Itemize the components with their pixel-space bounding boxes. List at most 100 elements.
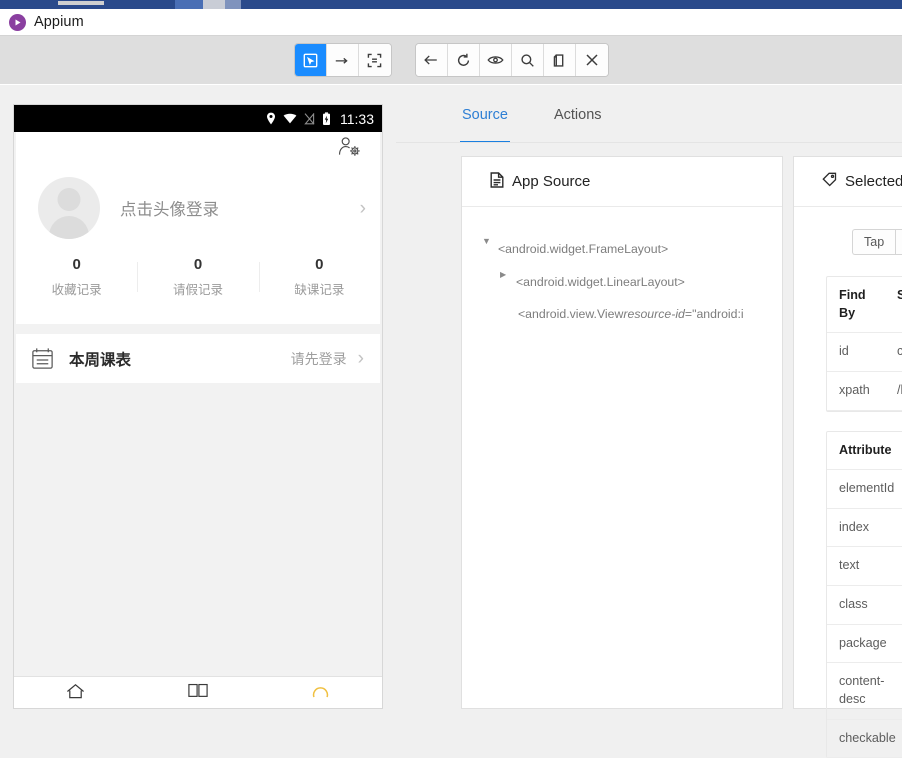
schedule-right-group: 请先登录 › [291,349,364,369]
wifi-icon [283,113,297,124]
close-x-icon[interactable] [576,44,608,76]
selected-element-title: Selected El [845,173,902,190]
device-screenshot-pane[interactable]: 11:33 [14,105,382,708]
table-row[interactable]: xpath /hie [827,372,902,411]
tree-node-view[interactable]: <android.view.View resource-id="android:… [482,298,782,331]
tree-node-label: <android.widget.LinearLayout> [516,266,685,299]
background-window-ghost-2 [175,0,203,9]
attribute-name: checkable [827,720,885,758]
selected-element-panel: Selected El Tap S Find By Sele id com [794,157,902,708]
tap-by-coordinates-icon[interactable] [359,44,391,76]
swipe-arrow-icon[interactable] [327,44,359,76]
table-header-row: Attribute [827,432,902,471]
attribute-name: index [827,509,885,547]
tree-node-linearlayout[interactable]: <android.widget.LinearLayout> [482,266,782,299]
column-header-selector: Sele [885,277,902,332]
nav-profile[interactable] [259,683,382,703]
tree-node-attr-value: ="android:i [685,298,744,331]
send-keys-button[interactable]: S [895,229,902,255]
inspector-body: 11:33 [0,85,902,708]
stat-label: 收藏记录 [16,279,137,298]
profile-card: 点击头像登录 › 0 收藏记录 0 请假记录 0 [16,132,380,324]
stats-row: 0 收藏记录 0 请假记录 0 缺课记录 [16,246,380,314]
find-by-value: xpath [827,372,885,410]
source-tree: <android.widget.FrameLayout> <android.wi… [462,207,782,331]
select-element-icon[interactable] [295,44,327,76]
bottom-navigation-bar [14,676,382,708]
stat-value: 0 [259,256,380,273]
tab-source[interactable]: Source [460,107,510,143]
tap-button[interactable]: Tap [852,229,895,255]
inspector-panels: Source Actions App Source [396,85,902,708]
avatar[interactable] [38,177,100,239]
profile-login-row[interactable]: 点击头像登录 › [16,168,380,246]
tag-icon [822,172,837,191]
document-icon [490,172,504,192]
eye-icon[interactable] [480,44,512,76]
table-row[interactable]: elementId [827,470,902,509]
status-bar-time: 11:33 [340,111,374,127]
chevron-down-icon[interactable] [482,233,498,250]
selector-value: /hie [885,372,902,410]
login-prompt-label: 点击头像登录 [120,196,360,220]
toolbar-mode-group [295,44,391,76]
user-settings-icon[interactable] [337,136,362,164]
avatar-body [49,216,89,239]
table-row[interactable]: id com [827,333,902,372]
stat-label: 请假记录 [137,279,258,298]
stat-item-favorites[interactable]: 0 收藏记录 [16,256,137,298]
table-row[interactable]: class [827,586,902,625]
back-arrow-icon[interactable] [416,44,448,76]
schedule-chevron-icon: › [358,349,364,368]
inspector-toolbar [0,36,902,84]
table-row[interactable]: text [827,547,902,586]
app-content-area: 点击头像登录 › 0 收藏记录 0 请假记录 0 [14,132,382,708]
column-header-attribute: Attribute [827,432,885,470]
tree-node-label: <android.view.View [518,298,623,331]
stat-item-leave[interactable]: 0 请假记录 [137,256,258,298]
schedule-label: 本周课表 [69,348,131,370]
attribute-table: Attribute elementId index text class [826,431,902,758]
appium-play-logo-icon [9,14,26,31]
find-by-value: id [827,333,885,371]
circle-icon [312,683,329,703]
tree-node-framelayout[interactable]: <android.widget.FrameLayout> [482,233,782,266]
weekly-schedule-card[interactable]: 本周课表 请先登录 › [16,334,380,383]
table-row[interactable]: index [827,509,902,548]
selector-value: com [885,333,902,371]
app-source-panel: App Source <android.widget.FrameLayout> … [462,157,782,708]
chevron-right-icon[interactable] [500,266,516,283]
find-by-table: Find By Sele id com xpath /hie [826,276,902,412]
calendar-icon [30,346,55,371]
attribute-name: content-desc [827,663,885,718]
search-icon[interactable] [512,44,544,76]
selected-element-header: Selected El [794,157,902,207]
card-separator [14,324,382,334]
table-row[interactable]: package [827,625,902,664]
stat-value: 0 [16,256,137,273]
attribute-name: elementId [827,470,885,508]
table-row[interactable]: checkable [827,720,902,758]
grid-icon [188,683,208,702]
avatar-head [58,188,81,211]
signal-off-icon [304,113,315,125]
refresh-icon[interactable] [448,44,480,76]
inspector-tabs: Source Actions [460,107,604,143]
android-status-bar: 11:33 [14,105,382,132]
table-row[interactable]: content-desc [827,663,902,719]
title-bar: Appium [0,9,902,36]
nav-home[interactable] [14,683,137,704]
tab-actions[interactable]: Actions [552,107,604,143]
copy-icon[interactable] [544,44,576,76]
column-header-find-by: Find By [827,277,885,332]
toolbar-action-group [416,44,608,76]
settings-row [16,132,380,168]
appium-inspector-window: Appium [0,9,902,708]
window-title: Appium [34,14,84,30]
nav-courses[interactable] [137,683,260,702]
stat-item-absence[interactable]: 0 缺课记录 [259,256,380,298]
background-window-ghost-4 [225,0,241,9]
stat-label: 缺课记录 [259,279,380,298]
tree-node-label: <android.widget.FrameLayout> [498,233,668,266]
tree-node-attr-name: resource-id [623,298,685,331]
